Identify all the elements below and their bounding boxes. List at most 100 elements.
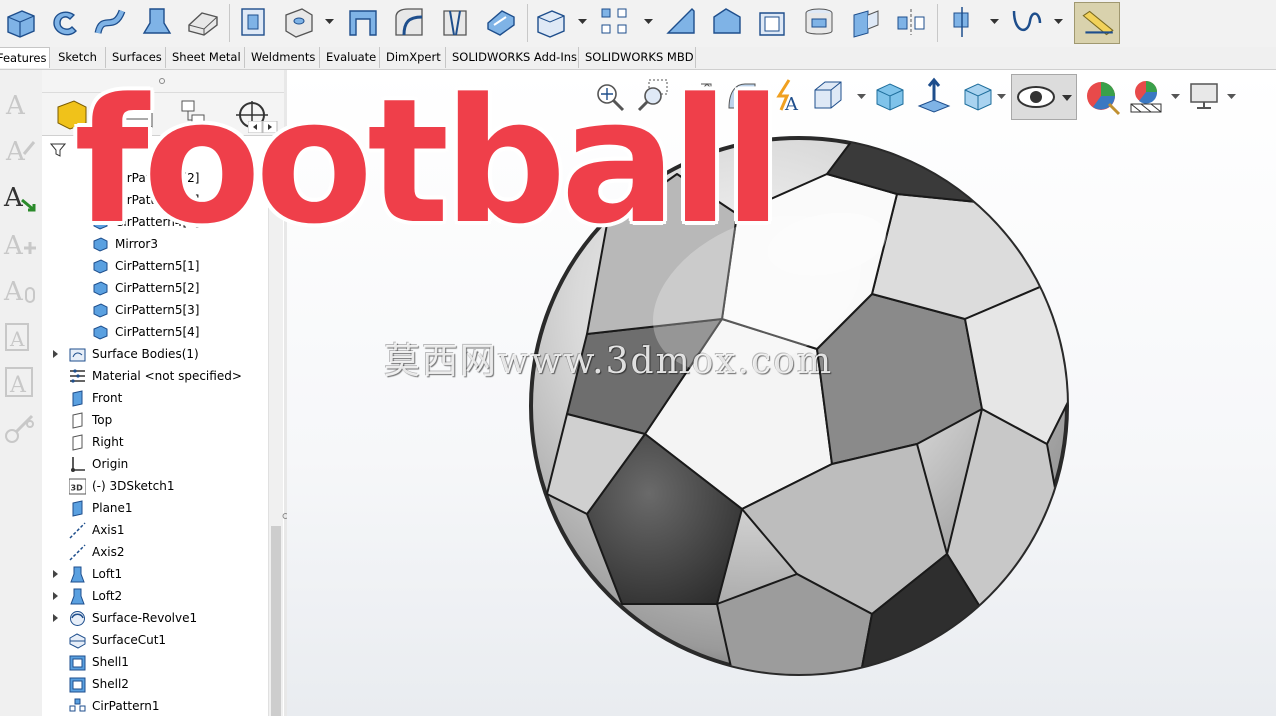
view-orientation-icon[interactable]	[811, 76, 849, 116]
fillet-icon[interactable]	[532, 3, 570, 41]
tree-item-label: Right	[92, 435, 124, 449]
plane-icon	[72, 434, 83, 451]
shell-icon	[69, 655, 86, 671]
plane-icon	[72, 390, 83, 407]
scrollbar-thumb[interactable]	[271, 526, 281, 716]
tree-item-label: CirPattern1	[92, 699, 160, 713]
shell-icon	[69, 677, 86, 693]
svg-text:A: A	[9, 373, 27, 398]
extruded-boss-icon[interactable]	[2, 3, 40, 41]
normal-to-icon[interactable]	[915, 76, 953, 116]
view-orientation-dropdown-icon[interactable]	[857, 92, 866, 101]
intersect-icon[interactable]	[846, 3, 884, 41]
tree-item-label: CirPattern5[2]	[115, 281, 200, 295]
tree-item-label: (-) 3DSketch1	[92, 479, 175, 493]
balloon-icon[interactable]: A	[2, 270, 38, 307]
isometric-view-icon[interactable]	[871, 76, 909, 116]
mirror-icon[interactable]	[892, 3, 930, 41]
fillet-dropdown-icon[interactable]	[578, 15, 587, 24]
tree-item-label: SurfaceCut1	[92, 633, 167, 647]
axis-icon	[69, 544, 86, 561]
extruded-cut-icon[interactable]	[234, 3, 272, 41]
display-style-dropdown-icon[interactable]	[997, 92, 1006, 101]
tree-item-label: Shell2	[92, 677, 129, 691]
solid-body-icon	[93, 325, 108, 340]
svg-text:A: A	[5, 137, 26, 166]
tree-item-label: Loft1	[92, 567, 123, 581]
shell-icon[interactable]	[754, 3, 792, 41]
surface-revolve-icon	[70, 611, 85, 626]
axis-icon	[69, 522, 86, 539]
tree-item-label: Plane1	[92, 501, 133, 515]
3d-sketch-icon: 3D	[69, 478, 86, 495]
add-note-icon[interactable]: A	[2, 224, 38, 261]
tree-item-label: Material <not specified>	[92, 369, 242, 383]
tree-item-label: Top	[92, 413, 113, 427]
expand-arrow-icon[interactable]	[51, 592, 59, 600]
linear-pattern-icon[interactable]	[596, 3, 634, 41]
sketch-icon[interactable]: A	[2, 130, 38, 167]
draft-icon[interactable]	[708, 3, 746, 41]
apply-scene-icon[interactable]	[1127, 76, 1165, 116]
view-settings-dropdown-icon[interactable]	[1227, 92, 1236, 101]
tree-item-label: CirPattern5[4]	[115, 325, 200, 339]
smart-dimension-icon[interactable]: A	[2, 84, 38, 121]
surface-bodies-folder-icon	[69, 348, 86, 362]
tree-item-label: Shell1	[92, 655, 129, 669]
expand-arrow-icon[interactable]	[51, 350, 59, 358]
display-style-icon[interactable]	[959, 76, 997, 116]
tree-item-label: Axis2	[92, 545, 125, 559]
view-settings-icon[interactable]	[1185, 76, 1223, 116]
hole-callout-icon[interactable]	[2, 410, 38, 446]
swept-boss-icon[interactable]	[92, 3, 130, 41]
overlay-title: football	[74, 61, 782, 262]
curves-dropdown-icon[interactable]	[1054, 15, 1063, 24]
edit-appearance-icon[interactable]	[1083, 76, 1121, 116]
apply-scene-dropdown-icon[interactable]	[1171, 92, 1180, 101]
hole-wizard-icon[interactable]	[280, 3, 318, 41]
surface-cut-icon	[69, 633, 86, 649]
filter-icon[interactable]	[50, 142, 66, 158]
svg-text:A: A	[784, 94, 799, 115]
swept-cut-icon[interactable]	[390, 3, 428, 41]
expand-arrow-icon[interactable]	[51, 570, 59, 578]
lofted-boss-icon[interactable]	[138, 3, 176, 41]
loft-icon	[70, 588, 85, 605]
material-icon	[70, 369, 85, 383]
boundary-boss-icon[interactable]	[184, 3, 222, 41]
hole-wizard-dropdown-icon[interactable]	[325, 15, 334, 24]
loft-icon	[70, 566, 85, 583]
pattern-dropdown-icon[interactable]	[644, 15, 653, 24]
reference-geometry-icon[interactable]	[944, 3, 982, 41]
weld-symbol-icon[interactable]: A	[2, 364, 38, 400]
svg-text:A: A	[9, 327, 25, 351]
wrap-icon[interactable]	[800, 3, 838, 41]
drawing-annotation-strip: A A A A A A A	[0, 70, 43, 460]
tree-item-label: Surface-Revolve1	[92, 611, 198, 625]
solid-body-icon	[93, 303, 108, 318]
boundary-cut-icon[interactable]	[482, 3, 520, 41]
auto-balloon-icon[interactable]: A	[2, 318, 38, 354]
annotation-icon[interactable]: A	[2, 178, 38, 214]
lofted-cut-icon[interactable]	[436, 3, 474, 41]
rib-icon[interactable]	[662, 3, 700, 41]
revolved-boss-icon[interactable]	[46, 3, 84, 41]
tree-item-label: Loft2	[92, 589, 123, 603]
curves-icon[interactable]	[1008, 3, 1046, 41]
svg-text:A: A	[5, 91, 26, 120]
revolved-cut-icon[interactable]	[344, 3, 382, 41]
instant3d-icon[interactable]	[1074, 2, 1120, 44]
tree-item-label: Front	[92, 391, 123, 405]
tree-item-label: Origin	[92, 457, 129, 471]
tab-features[interactable]: Features	[0, 47, 50, 68]
expand-arrow-icon[interactable]	[51, 614, 59, 622]
plane-icon	[72, 500, 83, 517]
hide-show-items-icon[interactable]	[1011, 74, 1077, 120]
origin-icon	[71, 457, 85, 472]
reference-geometry-dropdown-icon[interactable]	[990, 15, 999, 24]
command-manager-toolbar	[0, 0, 1276, 48]
watermark-text: 莫西网www.3dmox.com	[384, 341, 834, 382]
plane-icon	[72, 412, 83, 429]
circular-pattern-icon	[69, 698, 86, 712]
svg-text:3D: 3D	[71, 484, 84, 493]
